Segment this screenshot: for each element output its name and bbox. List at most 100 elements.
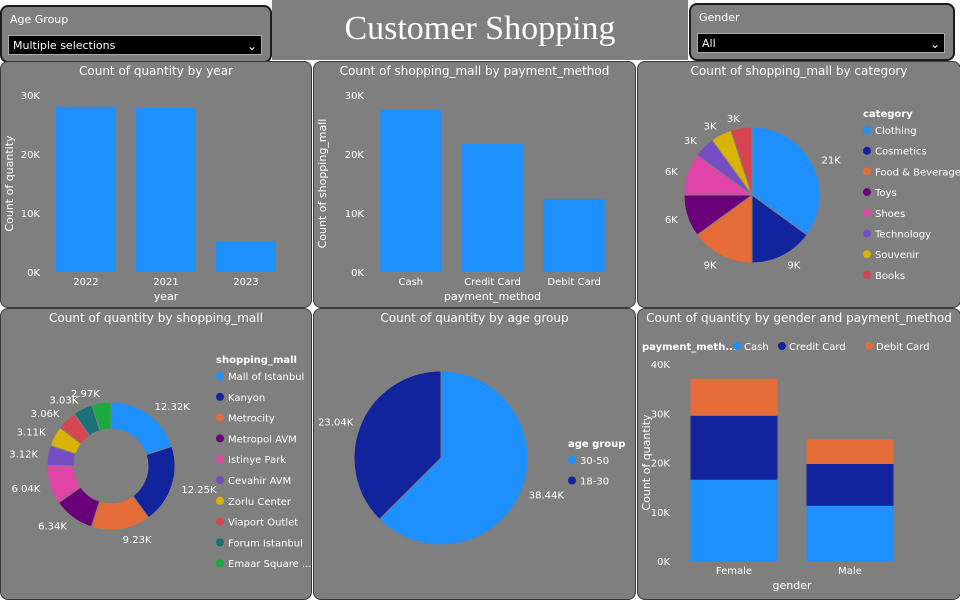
legend-marker — [863, 188, 871, 197]
legend-label: Viaport Outlet — [228, 518, 298, 529]
x-axis-title: gender — [773, 579, 812, 592]
data-label: 12.25K — [181, 485, 217, 496]
legend-marker — [733, 342, 741, 350]
chart-mall-by-category: 21K 9K 9K 6K 6K 3K 3K 3K category Clothing Cosmeti… — [665, 109, 960, 282]
panel-quantity-by-year: Count of quantity by year 0K 10K 20K 30K 202… — [0, 61, 312, 308]
legend-title: shopping_mall — [216, 355, 297, 366]
x-axis-title: year — [154, 290, 179, 303]
x-axis-title: payment_method — [444, 290, 541, 303]
y-tick-label: 30K — [651, 409, 671, 420]
legend-marker — [216, 517, 224, 526]
legend-marker — [863, 146, 871, 155]
bar — [216, 241, 276, 272]
legend-label: Metropol AVM — [228, 434, 297, 445]
legend-label: Zorlu Center — [228, 497, 292, 508]
age-group-value: Multiple selections — [13, 39, 116, 52]
y-tick-label: 0K — [351, 268, 364, 279]
legend-label: Credit Card — [789, 342, 846, 353]
y-tick-label: 30K — [345, 91, 365, 102]
legend-title: payment_meth... — [642, 342, 737, 353]
legend-title: category — [863, 109, 913, 120]
age-group-slicer[interactable]: Age Group Multiple selections ⌄ — [0, 5, 272, 63]
dashboard-title: Customer Shopping Dashboard — [272, 0, 688, 105]
legend-marker — [863, 126, 871, 134]
chart-mall-by-payment: 0K 10K 20K 30K Cash Credit Card Debit Card paym… — [316, 91, 605, 303]
legend-marker — [778, 342, 786, 350]
data-label: 3.11K — [17, 427, 46, 438]
legend-marker — [216, 372, 224, 380]
legend-marker — [216, 455, 224, 464]
legend-marker — [216, 392, 224, 401]
x-tick-label: Male — [838, 566, 862, 577]
data-label: 6.34K — [38, 521, 67, 532]
data-label: 23.04K — [318, 418, 354, 429]
legend-marker — [865, 342, 873, 350]
legend-title: age group — [568, 439, 625, 450]
legend-marker — [863, 270, 871, 279]
panel-quantity-by-gender: Count of quantity by gender and payment_… — [637, 308, 960, 600]
chart-quantity-by-gender: payment_meth... Cash Credit Card Debit Card… — [640, 342, 929, 592]
age-group-dropdown[interactable]: Multiple selections ⌄ — [8, 35, 262, 55]
legend-marker — [216, 559, 224, 568]
bar — [690, 479, 778, 561]
panel-mall-by-payment: Count of shopping_mall by payment_method… — [313, 61, 636, 308]
chevron-down-icon[interactable]: ⌄ — [930, 34, 940, 54]
gender-slicer[interactable]: Gender All ⌄ — [689, 3, 955, 61]
data-label: 9.23K — [123, 535, 152, 546]
bar — [690, 378, 778, 416]
legend-label: Clothing — [875, 126, 917, 137]
bar — [690, 415, 778, 480]
legend-marker — [863, 229, 871, 238]
y-tick-label: 10K — [21, 209, 41, 220]
legend-label: Cevahir AVM — [228, 476, 291, 487]
legend-marker — [568, 456, 576, 464]
legend-label: Kanyon — [228, 393, 265, 404]
x-tick-label: 2023 — [233, 277, 258, 288]
y-tick-label: 10K — [651, 508, 671, 519]
gender-dropdown[interactable]: All ⌄ — [697, 33, 945, 53]
legend-marker — [863, 208, 871, 217]
legend-marker — [863, 167, 871, 176]
y-axis-title: Count of shopping_mall — [316, 119, 329, 249]
legend-marker — [216, 538, 224, 547]
y-tick-label: 20K — [21, 150, 41, 161]
bar — [380, 109, 442, 272]
x-tick-label: Credit Card — [464, 277, 521, 288]
legend-marker — [216, 476, 224, 484]
legend-label: Debit Card — [876, 342, 929, 353]
legend-label: Cash — [744, 342, 769, 353]
x-tick-label: Debit Card — [547, 277, 600, 288]
y-tick-label: 10K — [345, 209, 365, 220]
legend-label: Food & Beverage — [875, 167, 960, 178]
legend-label: Books — [875, 271, 905, 282]
data-label: 6K — [665, 167, 678, 178]
legend-label: Mall of Istanbul — [228, 372, 304, 383]
bar — [56, 106, 116, 272]
data-label: 12.32K — [155, 402, 191, 413]
data-label: 3.12K — [9, 450, 38, 461]
y-tick-label: 0K — [27, 268, 40, 279]
legend-label: Shoes — [875, 209, 905, 220]
legend-label: Souvenir — [875, 250, 920, 261]
x-tick-label: Cash — [398, 277, 423, 288]
data-label: 6K — [665, 215, 678, 226]
legend-label: Forum Istanbul — [228, 538, 303, 549]
bar — [461, 143, 524, 272]
data-label: 3K — [684, 136, 697, 147]
y-tick-label: 20K — [345, 150, 365, 161]
chart-quantity-by-mall: 12.32K 12.25K 9.23K 6.34K 6.04K 3.12K 3.11K 3.0… — [9, 355, 311, 570]
y-tick-label: 0K — [657, 557, 670, 568]
chart-quantity-by-year: 0K 10K 20K 30K 2022 2021 2023 year Count of quan… — [3, 91, 276, 303]
chevron-down-icon[interactable]: ⌄ — [247, 36, 257, 56]
y-tick-label: 40K — [651, 360, 671, 371]
legend-label: Istinye Park — [228, 455, 286, 466]
legend-marker — [216, 434, 224, 443]
legend-label: 18-30 — [580, 477, 609, 488]
legend-marker — [568, 476, 576, 485]
data-label: 38.44K — [529, 490, 565, 501]
x-tick-label: Female — [716, 566, 752, 577]
bar — [806, 463, 894, 506]
bar — [806, 505, 894, 561]
legend-label: Metrocity — [228, 414, 275, 425]
y-axis-title: Count of quantity — [640, 414, 653, 511]
